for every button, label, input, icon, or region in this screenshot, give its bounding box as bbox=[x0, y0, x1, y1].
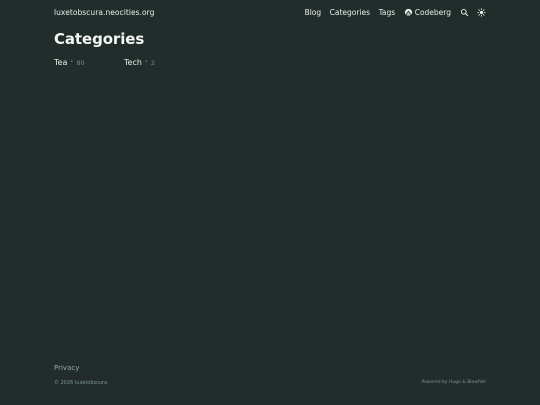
category-name: Tea bbox=[54, 58, 68, 67]
category-item-tech[interactable]: Tech • 2 bbox=[124, 58, 194, 67]
category-separator: • bbox=[144, 59, 148, 65]
nav-codeberg-link[interactable]: Codeberg bbox=[404, 8, 451, 17]
category-count: 2 bbox=[150, 58, 156, 67]
appearance-toggle-button[interactable] bbox=[477, 7, 486, 17]
main-navigation: Blog Categories Tags Codeberg bbox=[305, 8, 486, 17]
nav-blog-link[interactable]: Blog bbox=[305, 8, 322, 17]
category-item-tea[interactable]: Tea • 80 bbox=[54, 58, 124, 67]
category-name: Tech bbox=[124, 58, 142, 67]
sun-icon bbox=[477, 7, 486, 17]
site-footer: Privacy © 2026 luxetobscura Powered by H… bbox=[54, 360, 486, 405]
category-list: Tea • 80 Tech • 2 bbox=[54, 58, 194, 67]
site-title-link[interactable]: luxetobscura.neocities.org bbox=[54, 8, 155, 17]
search-icon bbox=[460, 8, 469, 17]
search-button[interactable] bbox=[460, 8, 469, 17]
page-title: Categories bbox=[54, 30, 145, 48]
site-header: luxetobscura.neocities.org Blog Categori… bbox=[54, 0, 486, 24]
category-count: 80 bbox=[76, 58, 85, 67]
nav-codeberg-label: Codeberg bbox=[414, 7, 451, 17]
privacy-link[interactable]: Privacy bbox=[54, 364, 79, 372]
powered-by-text: Powered by Hugo & Blowfish bbox=[421, 380, 486, 385]
nav-tags-link[interactable]: Tags bbox=[379, 8, 396, 17]
category-separator: • bbox=[70, 59, 74, 65]
codeberg-icon bbox=[404, 8, 413, 17]
copyright-text: © 2026 luxetobscura bbox=[54, 380, 108, 386]
nav-categories-link[interactable]: Categories bbox=[330, 8, 370, 17]
